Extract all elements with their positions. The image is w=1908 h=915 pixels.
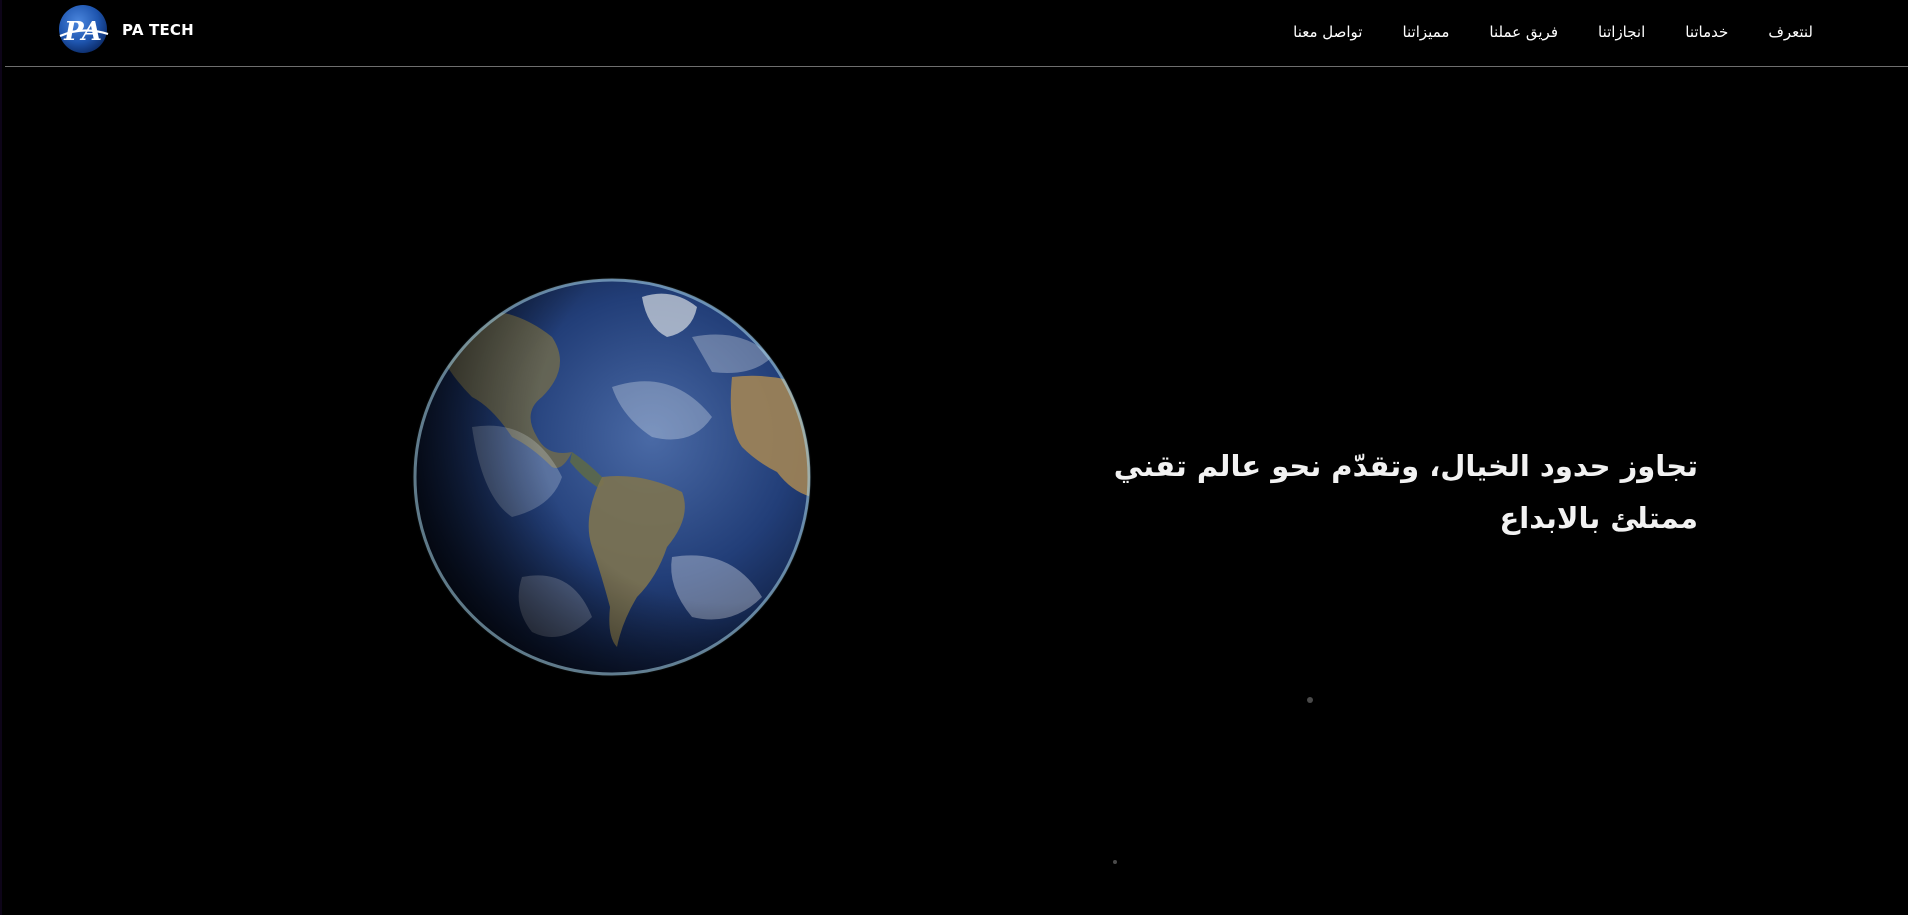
- menu-item-team[interactable]: فريق عملنا: [1489, 23, 1558, 41]
- hero-heading-line-2: ممتلئ بالابداع: [1499, 501, 1698, 535]
- pa-logo-icon: PA: [59, 5, 109, 53]
- page: PA PA TECH لنتعرف خدماتنا انجازاتنا فريق…: [0, 0, 1908, 915]
- brand-link[interactable]: PA PA TECH: [54, 2, 194, 58]
- nav-divider: [5, 66, 1908, 67]
- menu-item-features[interactable]: مميزاتنا: [1402, 23, 1449, 41]
- earth-globe-image: [412, 277, 812, 677]
- brand-name: PA TECH: [122, 21, 194, 39]
- main-menu: لنتعرف خدماتنا انجازاتنا فريق عملنا مميز…: [1293, 18, 1813, 46]
- menu-item-contact[interactable]: تواصل معنا: [1293, 23, 1362, 41]
- hero-heading-line-1: تجاوز حدود الخيال، وتقدّم نحو عالم تقني: [1113, 449, 1698, 483]
- menu-item-about[interactable]: لنتعرف: [1768, 23, 1813, 41]
- page-edge: [0, 0, 2, 915]
- menu-item-services[interactable]: خدماتنا: [1685, 23, 1728, 41]
- star-dot: [1113, 860, 1117, 864]
- menu-item-achievements[interactable]: انجازاتنا: [1598, 23, 1645, 41]
- star-dot: [1307, 697, 1313, 703]
- svg-text:PA: PA: [63, 17, 102, 47]
- navbar: PA PA TECH لنتعرف خدماتنا انجازاتنا فريق…: [0, 0, 1908, 66]
- hero-heading: تجاوز حدود الخيال، وتقدّم نحو عالم تقني …: [1058, 440, 1698, 544]
